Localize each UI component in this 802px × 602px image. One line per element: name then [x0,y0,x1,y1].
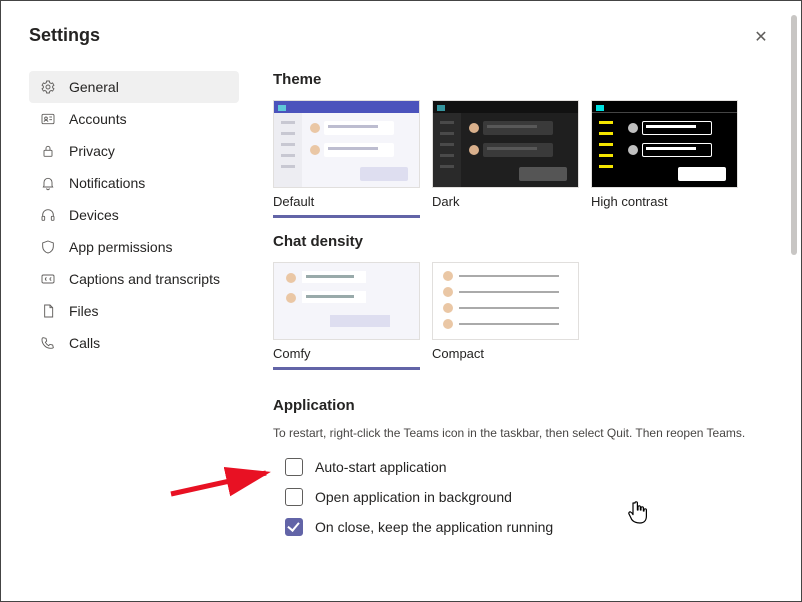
checkbox-label: Open application in background [315,489,512,505]
scrollbar[interactable] [791,15,797,255]
checkbox-label: Auto-start application [315,459,447,475]
density-thumb-compact [432,262,579,340]
sidebar-item-captions[interactable]: Captions and transcripts [29,263,239,295]
sidebar-item-label: Calls [69,335,100,351]
checkbox-open-background[interactable] [285,488,303,506]
lock-icon [39,142,57,160]
density-label: Compact [432,346,579,367]
sidebar-item-general[interactable]: General [29,71,239,103]
sidebar-item-privacy[interactable]: Privacy [29,135,239,167]
sidebar-item-label: Accounts [69,111,127,127]
theme-label: Dark [432,194,579,215]
cc-icon [39,270,57,288]
sidebar-item-accounts[interactable]: Accounts [29,103,239,135]
theme-label: Default [273,194,420,218]
sidebar-item-calls[interactable]: Calls [29,327,239,359]
id-card-icon [39,110,57,128]
page-title: Settings [29,25,100,46]
option-auto-start[interactable]: Auto-start application [285,458,793,476]
sidebar-item-label: App permissions [69,239,173,255]
theme-label: High contrast [591,194,738,215]
headset-icon [39,206,57,224]
sidebar-item-label: Files [69,303,99,319]
density-option-comfy[interactable]: Comfy [273,262,420,367]
theme-option-default[interactable]: Default [273,100,420,215]
theme-thumb-high-contrast [591,100,738,188]
settings-sidebar: General Accounts Privacy Notifications [29,71,239,601]
theme-thumb-dark [432,100,579,188]
chat-density-heading: Chat density [273,233,793,250]
density-label: Comfy [273,346,420,370]
sidebar-item-label: Captions and transcripts [69,271,220,287]
checkbox-auto-start[interactable] [285,458,303,476]
application-hint: To restart, right-click the Teams icon i… [273,426,793,440]
theme-option-high-contrast[interactable]: High contrast [591,100,738,215]
theme-heading: Theme [273,71,793,88]
option-keep-running[interactable]: On close, keep the application running [285,518,793,536]
phone-icon [39,334,57,352]
density-option-compact[interactable]: Compact [432,262,579,367]
sidebar-item-devices[interactable]: Devices [29,199,239,231]
sidebar-item-label: General [69,79,119,95]
sidebar-item-app-permissions[interactable]: App permissions [29,231,239,263]
sidebar-item-notifications[interactable]: Notifications [29,167,239,199]
theme-thumb-default [273,100,420,188]
close-icon: ✕ [754,27,767,47]
bell-icon [39,174,57,192]
sidebar-item-files[interactable]: Files [29,295,239,327]
sidebar-item-label: Devices [69,207,119,223]
option-open-background[interactable]: Open application in background [285,488,793,506]
checkbox-keep-running[interactable] [285,518,303,536]
density-thumb-comfy [273,262,420,340]
theme-option-dark[interactable]: Dark [432,100,579,215]
application-heading: Application [273,397,793,414]
settings-content: Theme Default [239,71,801,601]
sidebar-item-label: Notifications [69,175,145,191]
sidebar-item-label: Privacy [69,143,115,159]
file-icon [39,302,57,320]
close-button[interactable]: ✕ [749,25,773,49]
checkbox-label: On close, keep the application running [315,519,553,535]
shield-icon [39,238,57,256]
gear-icon [39,78,57,96]
